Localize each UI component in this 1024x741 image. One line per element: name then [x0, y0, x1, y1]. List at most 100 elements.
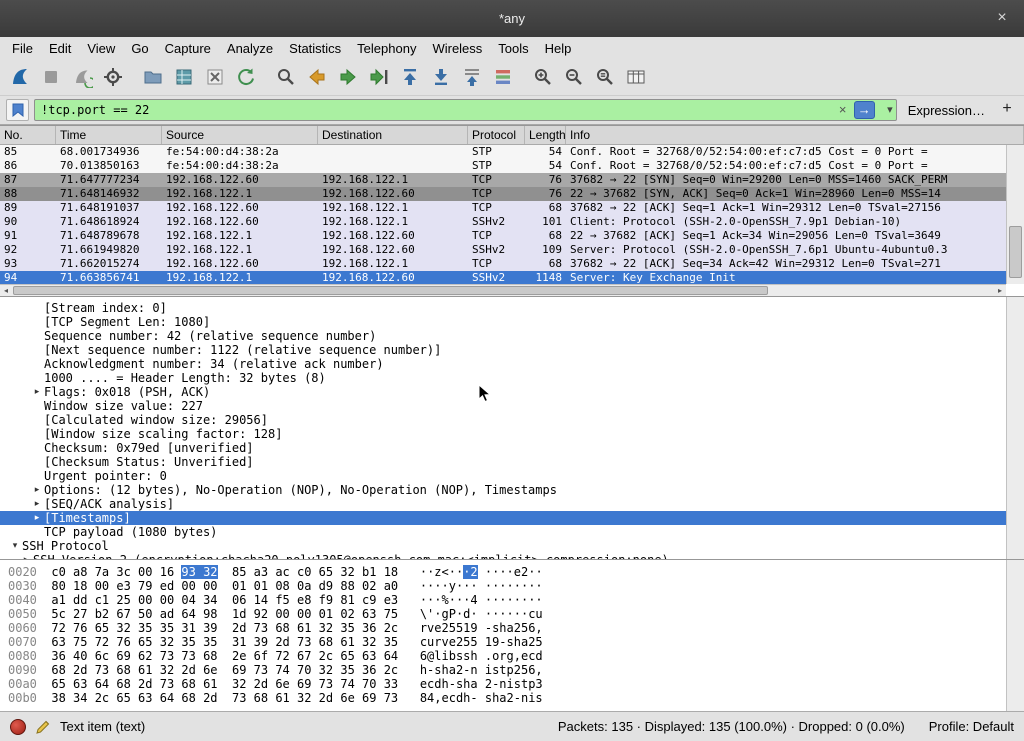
vscroll-thumb[interactable]: [1009, 226, 1022, 279]
status-profile[interactable]: Profile: Default: [929, 719, 1014, 734]
column-source[interactable]: Source: [162, 126, 318, 144]
detail-row[interactable]: Sequence number: 42 (relative sequence n…: [0, 329, 1006, 343]
detail-row[interactable]: ▸[Timestamps]: [0, 511, 1006, 525]
packet-row[interactable]: 90 71.648618924 192.168.122.60 192.168.1…: [0, 215, 1006, 229]
details-vscrollbar[interactable]: [1006, 297, 1024, 559]
expand-arrow-icon[interactable]: ▸: [30, 385, 44, 399]
expand-arrow-icon[interactable]: ▾: [8, 539, 22, 553]
stop-capture-icon[interactable]: [35, 63, 66, 92]
bytes-vscrollbar[interactable]: [1006, 560, 1024, 711]
packet-row[interactable]: 88 71.648146932 192.168.122.1 192.168.12…: [0, 187, 1006, 201]
detail-row[interactable]: [Next sequence number: 1122 (relative se…: [0, 343, 1006, 357]
auto-scroll-icon[interactable]: [456, 63, 487, 92]
detail-row[interactable]: [Checksum Status: Unverified]: [0, 455, 1006, 469]
hex-row[interactable]: 0070 63 75 72 76 65 32 35 35 31 39 2d 73…: [8, 635, 1006, 649]
column-protocol[interactable]: Protocol: [468, 126, 525, 144]
detail-row[interactable]: Acknowledgment number: 34 (relative ack …: [0, 357, 1006, 371]
open-file-icon[interactable]: [137, 63, 168, 92]
menu-capture[interactable]: Capture: [157, 39, 219, 58]
menu-wireless[interactable]: Wireless: [424, 39, 490, 58]
menu-help[interactable]: Help: [537, 39, 580, 58]
detail-row[interactable]: ▸[SEQ/ACK analysis]: [0, 497, 1006, 511]
packet-row[interactable]: 94 71.663856741 192.168.122.1 192.168.12…: [0, 271, 1006, 284]
close-file-icon[interactable]: [199, 63, 230, 92]
menu-telephony[interactable]: Telephony: [349, 39, 424, 58]
hex-row[interactable]: 0030 80 18 00 e3 79 ed 00 00 01 01 08 0a…: [8, 579, 1006, 593]
expand-arrow-icon[interactable]: ▸: [30, 483, 44, 497]
find-packet-icon[interactable]: [270, 63, 301, 92]
go-to-top-icon[interactable]: [394, 63, 425, 92]
detail-row[interactable]: [Stream index: 0]: [0, 301, 1006, 315]
filter-clear-icon[interactable]: ×: [835, 102, 851, 118]
column-no[interactable]: No.: [0, 126, 56, 144]
resize-columns-icon[interactable]: [620, 63, 651, 92]
capture-comment-pencil-icon[interactable]: [35, 719, 51, 735]
hex-row[interactable]: 0020 c0 a8 7a 3c 00 16 93 32 85 a3 ac c0…: [8, 565, 1006, 579]
packet-list-hscrollbar[interactable]: ◂ ▸: [0, 284, 1006, 296]
hex-row[interactable]: 0080 36 40 6c 69 62 73 73 68 2e 6f 72 67…: [8, 649, 1006, 663]
hex-row[interactable]: 00a0 65 63 64 68 2d 73 68 61 32 2d 6e 69…: [8, 677, 1006, 691]
packet-row[interactable]: 89 71.648191037 192.168.122.60 192.168.1…: [0, 201, 1006, 215]
menu-go[interactable]: Go: [123, 39, 156, 58]
display-filter-input[interactable]: [34, 99, 897, 121]
detail-row[interactable]: [Window size scaling factor: 128]: [0, 427, 1006, 441]
go-forward-icon[interactable]: [332, 63, 363, 92]
packet-row[interactable]: 93 71.662015274 192.168.122.60 192.168.1…: [0, 257, 1006, 271]
packet-row[interactable]: 86 70.013850163 fe:54:00:d4:38:2a STP 54…: [0, 159, 1006, 173]
menu-view[interactable]: View: [79, 39, 123, 58]
add-filter-button[interactable]: +: [996, 99, 1018, 121]
column-time[interactable]: Time: [56, 126, 162, 144]
detail-row[interactable]: Checksum: 0x79ed [unverified]: [0, 441, 1006, 455]
detail-row[interactable]: [Calculated window size: 29056]: [0, 413, 1006, 427]
hex-row[interactable]: 0090 68 2d 73 68 61 32 2d 6e 69 73 74 70…: [8, 663, 1006, 677]
hscroll-left-icon[interactable]: ◂: [0, 285, 12, 296]
hex-row[interactable]: 0050 5c 27 b2 67 50 ad 64 98 1d 92 00 00…: [8, 607, 1006, 621]
colorize-icon[interactable]: [487, 63, 518, 92]
menu-analyze[interactable]: Analyze: [219, 39, 281, 58]
go-to-bottom-icon[interactable]: [425, 63, 456, 92]
filter-bookmark-button[interactable]: [6, 99, 29, 121]
go-to-packet-icon[interactable]: [363, 63, 394, 92]
column-destination[interactable]: Destination: [318, 126, 468, 144]
filter-dropdown-icon[interactable]: ▾: [887, 103, 893, 116]
packet-row[interactable]: 91 71.648789678 192.168.122.1 192.168.12…: [0, 229, 1006, 243]
capture-options-icon[interactable]: [97, 63, 128, 92]
detail-row[interactable]: ▸Flags: 0x018 (PSH, ACK): [0, 385, 1006, 399]
window-close-icon[interactable]: ×: [992, 8, 1012, 28]
zoom-reset-icon[interactable]: [589, 63, 620, 92]
menu-file[interactable]: File: [4, 39, 41, 58]
bytes-vscroll-thumb[interactable]: [1007, 560, 1024, 593]
packet-list-vscrollbar[interactable]: [1006, 145, 1024, 284]
zoom-in-icon[interactable]: [527, 63, 558, 92]
save-file-icon[interactable]: [168, 63, 199, 92]
expand-arrow-icon[interactable]: ▸: [30, 511, 44, 525]
packet-row[interactable]: 85 68.001734936 fe:54:00:d4:38:2a STP 54…: [0, 145, 1006, 159]
column-info[interactable]: Info: [566, 126, 1024, 144]
start-capture-icon[interactable]: [4, 63, 35, 92]
hex-row[interactable]: 0040 a1 dd c1 25 00 00 04 34 06 14 f5 e8…: [8, 593, 1006, 607]
detail-row[interactable]: TCP payload (1080 bytes): [0, 525, 1006, 539]
detail-row[interactable]: Window size value: 227: [0, 399, 1006, 413]
filter-apply-icon[interactable]: →: [854, 101, 875, 119]
expert-info-icon[interactable]: [10, 719, 26, 735]
packet-row[interactable]: 92 71.661949820 192.168.122.1 192.168.12…: [0, 243, 1006, 257]
hscroll-thumb[interactable]: [13, 286, 768, 295]
detail-row[interactable]: ▾SSH Protocol: [0, 539, 1006, 553]
detail-row[interactable]: [TCP Segment Len: 1080]: [0, 315, 1006, 329]
menu-tools[interactable]: Tools: [490, 39, 536, 58]
hscroll-right-icon[interactable]: ▸: [994, 285, 1006, 296]
expression-button[interactable]: Expression…: [902, 103, 991, 118]
menu-statistics[interactable]: Statistics: [281, 39, 349, 58]
detail-row[interactable]: Urgent pointer: 0: [0, 469, 1006, 483]
detail-row[interactable]: ▸Options: (12 bytes), No-Operation (NOP)…: [0, 483, 1006, 497]
zoom-out-icon[interactable]: [558, 63, 589, 92]
details-vscroll-thumb[interactable]: [1007, 297, 1024, 459]
column-length[interactable]: Length: [525, 126, 566, 144]
reload-icon[interactable]: [230, 63, 261, 92]
go-back-icon[interactable]: [301, 63, 332, 92]
restart-capture-icon[interactable]: [66, 63, 97, 92]
detail-row[interactable]: 1000 .... = Header Length: 32 bytes (8): [0, 371, 1006, 385]
packet-row[interactable]: 87 71.647777234 192.168.122.60 192.168.1…: [0, 173, 1006, 187]
expand-arrow-icon[interactable]: ▸: [30, 497, 44, 511]
menu-edit[interactable]: Edit: [41, 39, 79, 58]
